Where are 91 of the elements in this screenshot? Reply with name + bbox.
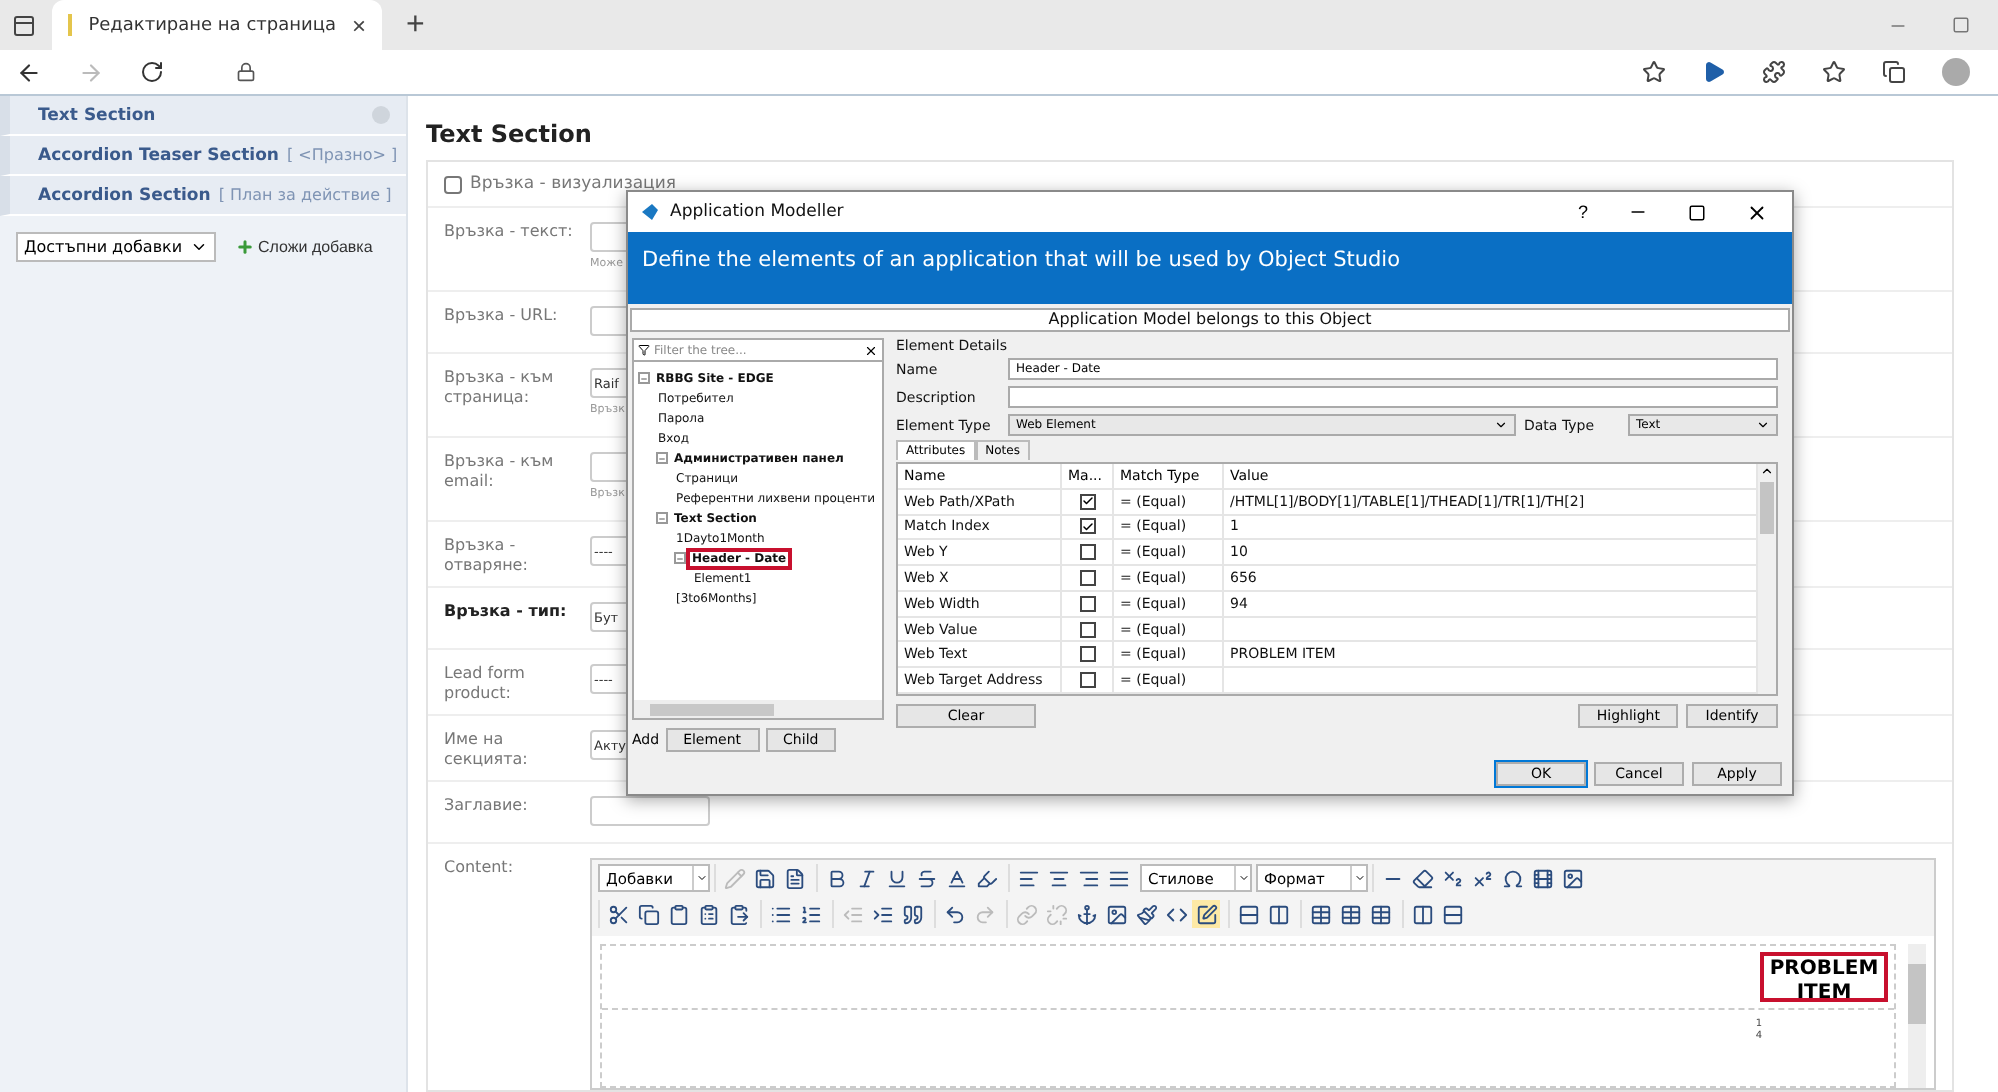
section-item[interactable]: Text Section xyxy=(0,96,406,136)
checkbox[interactable] xyxy=(1079,646,1095,663)
section-item[interactable]: Accordion Section [ План за действие ] xyxy=(0,176,406,216)
clear-icon[interactable] xyxy=(864,343,878,357)
table-cell: PROBLEM ITEM xyxy=(1760,952,1888,1002)
back-icon[interactable] xyxy=(16,59,42,85)
quote-icon[interactable] xyxy=(898,900,926,928)
lock-icon xyxy=(236,62,256,82)
columns-icon[interactable] xyxy=(1264,900,1292,928)
tab-actions-icon[interactable] xyxy=(12,13,36,37)
checkbox-label: Връзка - визуализация xyxy=(470,174,676,194)
new-tab-button[interactable]: + xyxy=(398,7,433,43)
rows-icon[interactable] xyxy=(1438,900,1466,928)
field-label: Връзка - към email: xyxy=(444,452,556,494)
close-icon[interactable] xyxy=(1746,201,1768,223)
description-field[interactable] xyxy=(1008,386,1778,408)
section-note: [ План за действие ] xyxy=(218,186,392,204)
checkbox[interactable] xyxy=(1079,621,1095,638)
section-note: [ <Празно> ] xyxy=(286,146,398,164)
columns-icon[interactable] xyxy=(1408,900,1436,928)
favorites-icon[interactable] xyxy=(1822,60,1846,84)
field-label: Lead form product: xyxy=(444,664,527,704)
anchor-icon[interactable] xyxy=(1072,900,1100,928)
checkbox[interactable] xyxy=(1079,570,1095,587)
filter-icon xyxy=(638,344,650,356)
save-icon[interactable] xyxy=(750,864,778,892)
scrollbar[interactable] xyxy=(634,700,882,718)
collapse-icon[interactable] xyxy=(674,552,686,564)
field-label: Връзка - тип: xyxy=(444,602,569,624)
page-heading: Text Section xyxy=(426,120,594,148)
section-title: Accordion Section xyxy=(38,185,211,205)
scroll-thumb[interactable] xyxy=(1760,482,1774,534)
scrollbar[interactable] xyxy=(1758,464,1776,694)
help-button[interactable]: ? xyxy=(1577,202,1588,222)
scrollbar[interactable] xyxy=(1908,944,1926,1088)
table-icon[interactable] xyxy=(1366,900,1394,928)
play-icon[interactable] xyxy=(1702,60,1726,84)
window-title: Application Modeller xyxy=(670,202,844,222)
checkbox[interactable] xyxy=(1079,672,1095,689)
add-addon-button[interactable]: Сложи добавка xyxy=(236,238,373,256)
eraser-icon[interactable] xyxy=(1408,864,1436,892)
app-icon xyxy=(640,202,660,222)
table-icon[interactable] xyxy=(1306,900,1334,928)
section-item[interactable]: Accordion Teaser Section [ <Празно> ] xyxy=(0,136,406,176)
field-label: Content: xyxy=(444,858,516,880)
image-icon[interactable] xyxy=(1558,864,1586,892)
rows-icon[interactable] xyxy=(1234,900,1262,928)
checkbox[interactable] xyxy=(1079,518,1095,535)
reload-icon[interactable] xyxy=(140,60,164,84)
collapse-icon[interactable] xyxy=(656,512,668,524)
film-icon[interactable] xyxy=(1528,864,1556,892)
scissors-icon[interactable] xyxy=(604,900,632,928)
dropdown-arrow-icon[interactable] xyxy=(692,866,708,890)
field-label: Връзка - URL: xyxy=(444,306,560,328)
plus-icon xyxy=(236,238,254,256)
field-label: Връзка - към страница: xyxy=(444,368,556,410)
tab-title: Редактиране на страница xyxy=(88,15,336,35)
copy-icon[interactable] xyxy=(634,900,662,928)
field-label: Връзка - текст: xyxy=(444,222,575,244)
collections-icon[interactable] xyxy=(1882,60,1906,84)
model-bar: Application Model belongs to this Object xyxy=(630,308,1790,332)
addon-select[interactable]: Достъпни добавки xyxy=(16,232,216,262)
chevron-down-icon xyxy=(1494,418,1508,432)
star-icon[interactable] xyxy=(1642,60,1666,84)
section-title: Text Section xyxy=(38,105,156,125)
input-field[interactable] xyxy=(590,796,710,826)
field-label: Заглавие: xyxy=(444,796,530,818)
chevron-down-icon xyxy=(1756,418,1770,432)
image-icon[interactable] xyxy=(1102,900,1130,928)
brush-icon[interactable] xyxy=(1132,900,1160,928)
checkbox[interactable] xyxy=(1079,493,1095,510)
table-icon[interactable] xyxy=(1336,900,1364,928)
checkbox[interactable] xyxy=(1079,595,1095,612)
collapse-icon[interactable] xyxy=(656,452,668,464)
browser-tab[interactable]: Редактиране на страница × xyxy=(52,0,382,50)
collapse-icon[interactable] xyxy=(638,372,650,384)
checkbox[interactable] xyxy=(1079,544,1095,561)
page-icon xyxy=(68,14,73,36)
scroll-up-icon[interactable] xyxy=(1760,464,1774,478)
field-label: Име на секцията: xyxy=(444,730,530,770)
edit-icon[interactable] xyxy=(1192,900,1220,928)
dropdown-arrow-icon[interactable] xyxy=(1350,866,1366,890)
section-title: Accordion Teaser Section xyxy=(38,145,279,165)
dropdown-arrow-icon[interactable] xyxy=(1234,866,1250,890)
field-label: Връзка - отваряне: xyxy=(444,536,530,576)
maximize-icon[interactable] xyxy=(1688,203,1706,221)
puzzle-icon[interactable] xyxy=(1762,60,1786,84)
checkbox[interactable] xyxy=(444,175,462,193)
banner: Define the elements of an application that will be used by Object Studio xyxy=(628,232,1792,304)
close-tab-button[interactable]: × xyxy=(351,11,366,39)
chevron-down-icon xyxy=(190,238,208,256)
